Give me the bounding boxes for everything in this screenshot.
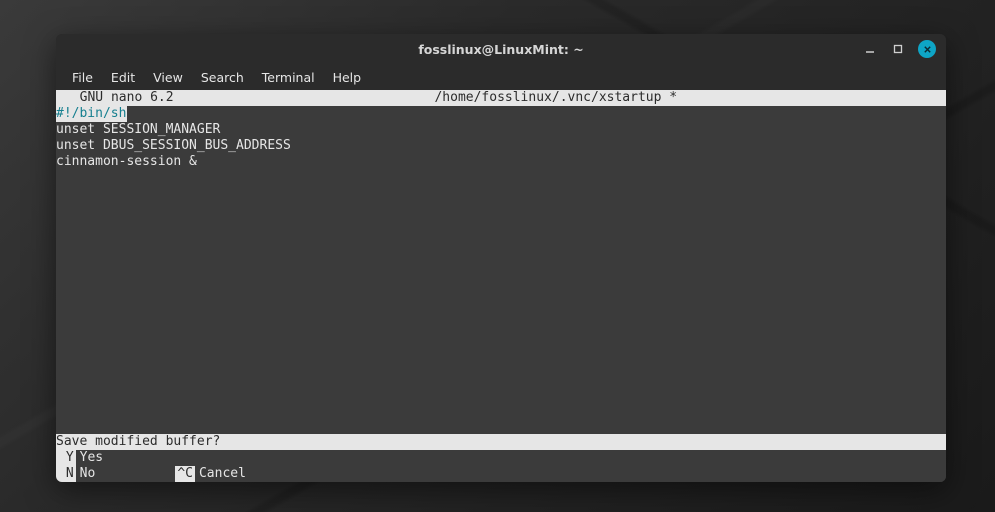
- minimize-button[interactable]: [862, 41, 878, 57]
- shebang-line: #!/bin/sh: [56, 106, 127, 122]
- nano-prompt: Save modified buffer?: [56, 434, 946, 450]
- nano-header: GNU nano 6.2 /home/fosslinux/.vnc/xstart…: [56, 90, 946, 106]
- terminal-window: fosslinux@LinuxMint: ~ File Edit View Se…: [56, 34, 946, 482]
- shortcut-label-cancel: Cancel: [195, 466, 270, 482]
- menubar: File Edit View Search Terminal Help: [56, 64, 946, 90]
- terminal-viewport[interactable]: GNU nano 6.2 /home/fosslinux/.vnc/xstart…: [56, 90, 946, 482]
- prompt-text: Save modified buffer?: [56, 434, 232, 450]
- shortcut-label-yes: Yes: [76, 450, 127, 466]
- editor-line: unset SESSION_MANAGER: [56, 122, 946, 138]
- menu-help[interactable]: Help: [325, 67, 370, 88]
- menu-terminal[interactable]: Terminal: [254, 67, 323, 88]
- window-controls: [862, 40, 946, 58]
- shortcut-key-y: Y: [56, 450, 76, 466]
- editor-line: unset DBUS_SESSION_BUS_ADDRESS: [56, 138, 946, 154]
- shortcut-key-cancel: ^C: [175, 466, 195, 482]
- close-button[interactable]: [918, 40, 936, 58]
- prompt-cursor[interactable]: [232, 434, 938, 450]
- editor-body[interactable]: #!/bin/sh unset SESSION_MANAGER unset DB…: [56, 106, 946, 170]
- nano-app-name: GNU nano 6.2: [64, 90, 174, 106]
- nano-filename: /home/fosslinux/.vnc/xstartup *: [174, 90, 938, 106]
- editor-line: cinnamon-session &: [56, 154, 946, 170]
- titlebar[interactable]: fosslinux@LinuxMint: ~: [56, 34, 946, 64]
- shortcut-cancel[interactable]: ^C Cancel: [175, 466, 270, 482]
- window-title: fosslinux@LinuxMint: ~: [56, 42, 946, 57]
- menu-file[interactable]: File: [64, 67, 101, 88]
- maximize-button[interactable]: [890, 41, 906, 57]
- shortcut-no[interactable]: N No: [56, 466, 175, 482]
- shortcut-key-n: N: [56, 466, 76, 482]
- shortcut-yes[interactable]: Y Yes: [56, 450, 127, 466]
- menu-view[interactable]: View: [145, 67, 191, 88]
- menu-search[interactable]: Search: [193, 67, 252, 88]
- menu-edit[interactable]: Edit: [103, 67, 143, 88]
- shortcut-label-no: No: [76, 466, 176, 482]
- nano-prompt-area: Save modified buffer? Y Yes N No: [56, 434, 946, 482]
